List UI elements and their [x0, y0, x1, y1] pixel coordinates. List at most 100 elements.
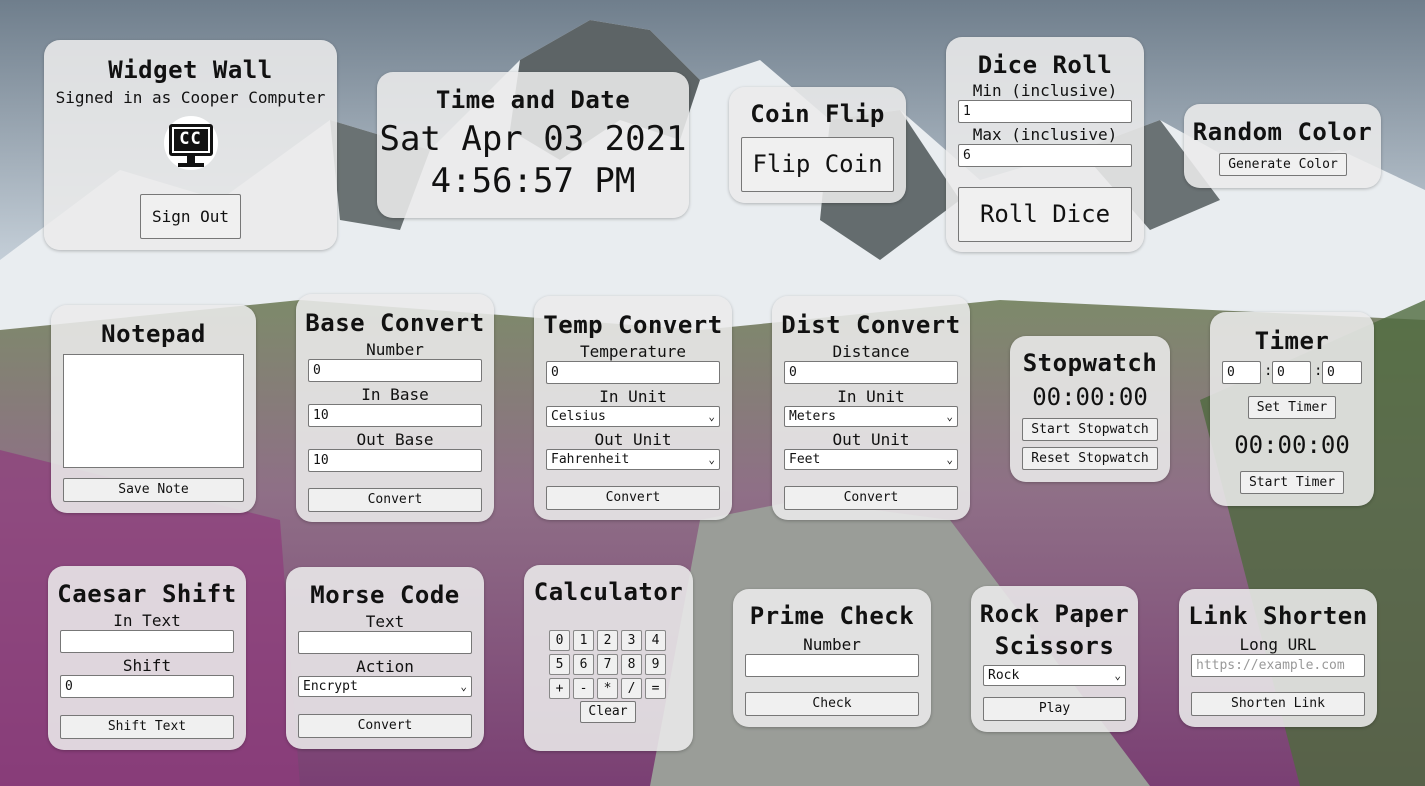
user-avatar-icon: CC	[163, 115, 218, 175]
reset-stopwatch-button[interactable]: Reset Stopwatch	[1022, 447, 1158, 470]
calculator-key[interactable]: 8	[621, 654, 642, 675]
morse-action-select[interactable]: Encrypt ⌄	[298, 676, 472, 697]
calculator-key[interactable]: 3	[621, 630, 642, 651]
coin-flip-title: Coin Flip	[750, 100, 885, 128]
calculator-key[interactable]: 2	[597, 630, 618, 651]
dist-out-unit-label: Out Unit	[832, 430, 910, 449]
distance-input[interactable]: 0	[784, 361, 958, 384]
roll-dice-button[interactable]: Roll Dice	[958, 187, 1132, 242]
caesar-in-text-label: In Text	[113, 611, 181, 630]
temp-in-unit-value: Celsius	[551, 409, 606, 424]
calculator-key[interactable]: 9	[645, 654, 666, 675]
timer-minutes-input[interactable]: 0	[1272, 361, 1311, 384]
long-url-placeholder: https://example.com	[1196, 658, 1345, 673]
rps-play-button[interactable]: Play	[983, 697, 1126, 721]
long-url-input[interactable]: https://example.com	[1191, 654, 1365, 677]
calculator-key[interactable]: 0	[549, 630, 570, 651]
calculator-key[interactable]: -	[573, 678, 594, 699]
distance-label: Distance	[832, 342, 910, 361]
rps-choice-select[interactable]: Rock ⌄	[983, 665, 1126, 686]
morse-text-input[interactable]	[298, 631, 472, 654]
calculator-panel: Calculator 0 1 2 3 4 5 6 7 8 9 + - * / = Clear	[524, 565, 693, 751]
dist-convert-button[interactable]: Convert	[784, 486, 958, 510]
calculator-key[interactable]: 1	[573, 630, 594, 651]
set-timer-button[interactable]: Set Timer	[1248, 396, 1336, 419]
stopwatch-title: Stopwatch	[1022, 349, 1158, 377]
calculator-key[interactable]: /	[621, 678, 642, 699]
out-base-label: Out Base	[356, 430, 434, 449]
dice-max-input[interactable]: 6	[958, 144, 1132, 167]
flip-coin-button[interactable]: Flip Coin	[741, 137, 894, 192]
temperature-input[interactable]: 0	[546, 361, 720, 384]
notepad-title: Notepad	[101, 320, 206, 348]
calculator-key[interactable]: 7	[597, 654, 618, 675]
shorten-link-button[interactable]: Shorten Link	[1191, 692, 1365, 716]
caesar-shift-label: Shift	[122, 656, 172, 675]
base-convert-panel: Base Convert Number 0 In Base 10 Out Bas…	[296, 294, 494, 522]
calculator-key[interactable]: 4	[645, 630, 666, 651]
notepad-textarea[interactable]	[63, 354, 244, 468]
timer-seconds-input[interactable]: 0	[1322, 361, 1362, 384]
morse-convert-button[interactable]: Convert	[298, 714, 472, 738]
calculator-keypad: 0 1 2 3 4 5 6 7 8 9 + - * / =	[549, 630, 669, 702]
calculator-key[interactable]: =	[645, 678, 666, 699]
dice-roll-panel: Dice Roll Min (inclusive) 1 Max (inclusi…	[946, 37, 1144, 252]
caesar-shift-panel: Caesar Shift In Text Shift 0 Shift Text	[48, 566, 246, 750]
widget-wall-title: Widget Wall	[108, 56, 273, 84]
save-note-button[interactable]: Save Note	[63, 478, 244, 502]
base-convert-button[interactable]: Convert	[308, 488, 482, 512]
date-display: Sat Apr 03 2021	[379, 119, 687, 159]
out-base-input[interactable]: 10	[308, 449, 482, 472]
sign-out-button[interactable]: Sign Out	[140, 194, 241, 239]
shift-text-button[interactable]: Shift Text	[60, 715, 234, 739]
dist-in-unit-select[interactable]: Meters ⌄	[784, 406, 958, 427]
dist-out-unit-value: Feet	[789, 452, 821, 467]
stopwatch-display: 00:00:00	[1032, 383, 1148, 411]
temp-convert-title: Temp Convert	[543, 311, 723, 339]
prime-number-input[interactable]	[745, 654, 919, 677]
temperature-label: Temperature	[580, 342, 686, 361]
morse-code-title: Morse Code	[310, 581, 460, 609]
timer-display: 00:00:00	[1234, 431, 1350, 459]
rps-title-line2: Scissors	[994, 632, 1115, 660]
calculator-key[interactable]: *	[597, 678, 618, 699]
link-shorten-title: Link Shorten	[1188, 602, 1368, 630]
dice-min-input[interactable]: 1	[958, 100, 1132, 123]
caesar-shift-input[interactable]: 0	[60, 675, 234, 698]
start-stopwatch-button[interactable]: Start Stopwatch	[1022, 418, 1158, 441]
calculator-clear-button[interactable]: Clear	[580, 701, 636, 723]
timer-hours-input[interactable]: 0	[1222, 361, 1261, 384]
temp-out-unit-value: Fahrenheit	[551, 452, 630, 467]
prime-check-title: Prime Check	[749, 602, 915, 630]
dice-roll-title: Dice Roll	[977, 51, 1113, 79]
dice-max-label: Max (inclusive)	[972, 125, 1118, 144]
start-timer-button[interactable]: Start Timer	[1240, 471, 1344, 494]
base-convert-title: Base Convert	[305, 309, 485, 337]
timer-panel: Timer 0 : 0 : 0 Set Timer 00:00:00 Start…	[1210, 312, 1374, 506]
in-base-input[interactable]: 10	[308, 404, 482, 427]
coin-flip-panel: Coin Flip Flip Coin	[729, 87, 906, 203]
long-url-label: Long URL	[1239, 635, 1317, 654]
prime-check-panel: Prime Check Number Check	[733, 589, 931, 727]
temp-out-unit-select[interactable]: Fahrenheit ⌄	[546, 449, 720, 470]
dist-convert-title: Dist Convert	[781, 311, 961, 339]
chevron-down-icon: ⌄	[1114, 669, 1121, 682]
dist-out-unit-select[interactable]: Feet ⌄	[784, 449, 958, 470]
calculator-key[interactable]: +	[549, 678, 570, 699]
prime-check-button[interactable]: Check	[745, 692, 919, 716]
calculator-key[interactable]: 5	[549, 654, 570, 675]
generate-color-button[interactable]: Generate Color	[1219, 153, 1347, 176]
caesar-in-text-input[interactable]	[60, 630, 234, 653]
notepad-panel: Notepad Save Note	[51, 305, 256, 513]
dist-convert-panel: Dist Convert Distance 0 In Unit Meters ⌄ …	[772, 296, 970, 520]
time-date-panel: Time and Date Sat Apr 03 2021 4:56:57 PM	[377, 72, 689, 218]
temp-convert-button[interactable]: Convert	[546, 486, 720, 510]
user-avatar-text: CC	[179, 129, 202, 149]
timer-title: Timer	[1254, 327, 1330, 355]
time-date-title: Time and Date	[435, 86, 631, 114]
base-number-input[interactable]: 0	[308, 359, 482, 382]
temp-in-unit-select[interactable]: Celsius ⌄	[546, 406, 720, 427]
rps-choice-value: Rock	[988, 668, 1020, 683]
calculator-key[interactable]: 6	[573, 654, 594, 675]
prime-number-label: Number	[803, 635, 861, 654]
